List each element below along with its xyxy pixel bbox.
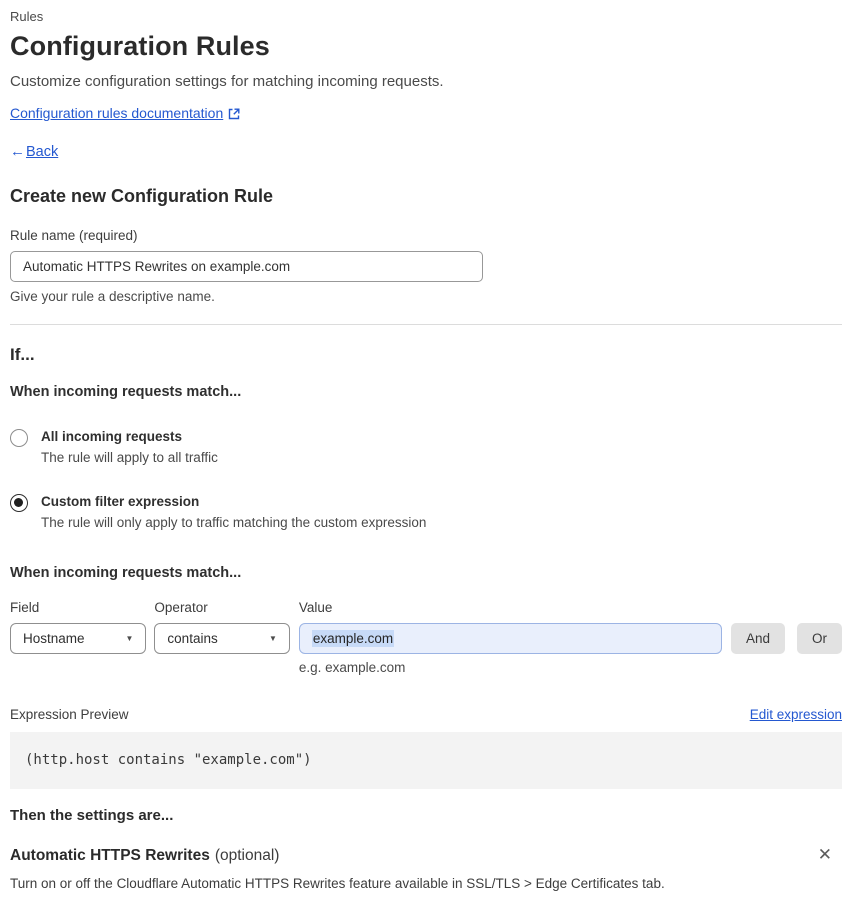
create-rule-heading: Create new Configuration Rule	[10, 186, 274, 206]
operator-select[interactable]: contains ▼	[154, 623, 290, 654]
rule-name-hint: Give your rule a descriptive name.	[10, 289, 215, 304]
edit-expression-link[interactable]: Edit expression	[750, 706, 842, 723]
close-icon[interactable]: ✕	[814, 846, 836, 863]
field-column: Field Hostname ▼	[10, 599, 147, 654]
section-divider	[10, 324, 842, 325]
field-select[interactable]: Hostname ▼	[10, 623, 147, 654]
radio-button-unselected[interactable]	[10, 429, 28, 447]
field-select-value: Hostname	[23, 631, 85, 646]
chevron-down-icon: ▼	[125, 634, 134, 643]
value-input-text: example.com	[311, 630, 395, 647]
operator-label: Operator	[154, 600, 208, 615]
radio-button-selected[interactable]	[10, 494, 28, 512]
if-heading: If...	[10, 345, 35, 364]
radio-option-all-incoming[interactable]: All incoming requests The rule will appl…	[10, 428, 842, 466]
back-link-label[interactable]: Back	[26, 143, 58, 161]
external-link-icon	[228, 108, 240, 120]
setting-optional-label: (optional)	[214, 847, 280, 864]
value-column: Value example.com e.g. example.com	[298, 599, 722, 676]
value-input[interactable]: example.com	[298, 623, 722, 654]
back-link[interactable]: ← Back	[10, 143, 842, 161]
setting-description: Turn on or off the Cloudflare Automatic …	[10, 876, 665, 891]
documentation-link-row: Configuration rules documentation	[10, 104, 842, 122]
rule-name-label: Rule name (required)	[10, 228, 138, 243]
then-heading: Then the settings are...	[10, 807, 174, 824]
documentation-link[interactable]: Configuration rules documentation	[10, 104, 223, 122]
or-button[interactable]: Or	[797, 623, 842, 654]
radio-option-text: Custom filter expression The rule will o…	[41, 493, 426, 531]
radio-option-description: The rule will apply to all traffic	[41, 450, 218, 465]
expression-preview-row: Expression Preview Edit expression	[10, 706, 842, 723]
operator-column: Operator contains ▼	[154, 599, 290, 654]
radio-option-text: All incoming requests The rule will appl…	[41, 428, 218, 466]
expression-preview-label: Expression Preview	[10, 707, 129, 722]
radio-option-description: The rule will only apply to traffic matc…	[41, 515, 427, 530]
radio-option-label: All incoming requests	[41, 429, 183, 444]
back-arrow-icon: ←	[10, 143, 25, 160]
setting-name-text: Automatic HTTPS Rewrites	[10, 847, 210, 864]
setting-header: Automatic HTTPS Rewrites (optional) ✕	[10, 846, 842, 865]
expression-preview-code: (http.host contains "example.com")	[10, 732, 842, 789]
expression-builder-row: Field Hostname ▼ Operator contains ▼ Val…	[10, 599, 842, 676]
breadcrumb: Rules	[10, 9, 44, 24]
rule-name-input[interactable]	[10, 251, 483, 282]
operator-select-value: contains	[167, 631, 218, 646]
match-heading-2: When incoming requests match...	[10, 565, 242, 581]
field-label: Field	[10, 600, 40, 615]
radio-option-label: Custom filter expression	[41, 494, 200, 509]
page-description: Customize configuration settings for mat…	[10, 73, 444, 90]
configuration-rules-page: Rules Configuration Rules Customize conf…	[0, 0, 852, 906]
match-heading-1: When incoming requests match...	[10, 384, 242, 400]
chevron-down-icon: ▼	[268, 634, 277, 643]
setting-name: Automatic HTTPS Rewrites (optional)	[10, 846, 279, 865]
page-title: Configuration Rules	[10, 31, 270, 61]
and-button[interactable]: And	[730, 623, 785, 654]
radio-option-custom-filter[interactable]: Custom filter expression The rule will o…	[10, 493, 842, 531]
value-label: Value	[298, 600, 333, 615]
value-hint: e.g. example.com	[298, 660, 406, 675]
